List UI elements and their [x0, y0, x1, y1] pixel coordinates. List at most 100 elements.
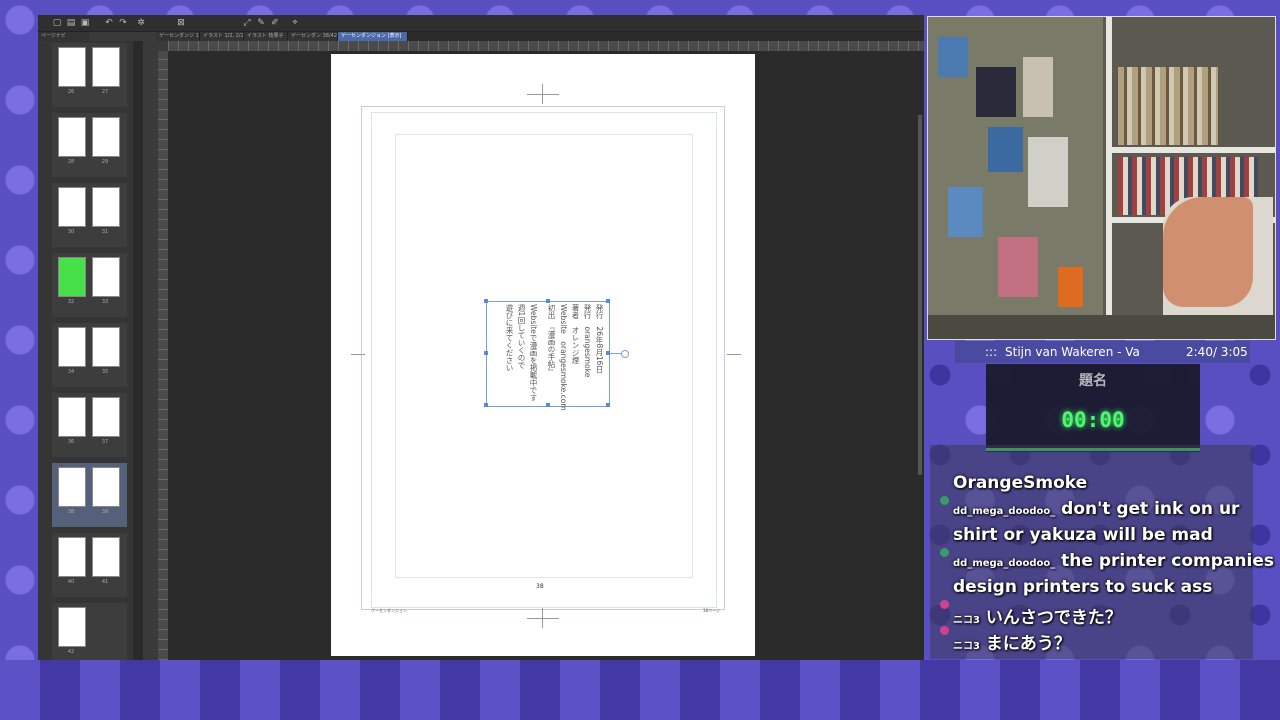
page-thumbnail[interactable] [92, 47, 120, 87]
redo-icon[interactable]: ↷ [118, 18, 128, 28]
poster [1023, 57, 1053, 117]
arm [1163, 197, 1253, 307]
transform-icon[interactable]: ⤢ [242, 18, 252, 28]
page-number: 26 [67, 89, 75, 95]
colophon-line: Website orangesmoke.com [559, 304, 568, 411]
page-number: 36 [67, 439, 75, 445]
stream-overlay-border [0, 660, 1280, 720]
open-icon[interactable]: ▤ [66, 18, 76, 28]
resize-handle[interactable] [606, 299, 610, 303]
page-number: 37 [101, 439, 109, 445]
tab-document-4[interactable]: ゲーセンダン 38/42 [288, 32, 338, 41]
tab-document-3[interactable]: イラスト 枝果子 [244, 32, 288, 41]
crop-mark [351, 354, 365, 355]
settings-icon[interactable]: ✲ [136, 18, 146, 28]
page-navigator-tab[interactable]: ページナビ [38, 32, 89, 41]
resize-handle[interactable] [546, 403, 550, 407]
crop-mark [542, 608, 543, 628]
crop-mark [527, 618, 559, 619]
document-tabs: ゲーセンダンジ 1/42 イラスト 1/2, 2/2 イラスト 枝果子 ゲーセン… [156, 32, 924, 41]
page-number: 31 [101, 229, 109, 235]
page-number: 32 [67, 299, 75, 305]
user-badge-icon [940, 496, 949, 505]
page-thumbnail[interactable] [58, 117, 86, 157]
eyedropper-icon[interactable]: ⌖ [290, 18, 300, 28]
track-time: 2:40/ 3:05 [1186, 345, 1248, 359]
page-number: 38 [67, 509, 75, 515]
chat-text: いんさつできた？ [985, 608, 1122, 628]
horizontal-ruler [168, 41, 924, 51]
chat-text: OrangeSmoke [953, 473, 1088, 493]
music-prefix: ::: [985, 345, 998, 359]
page-spread-38-39-selected[interactable]: 38 39 [52, 463, 127, 527]
page-number: 41 [101, 579, 109, 585]
page-thumbnail[interactable] [58, 327, 86, 367]
page-spread-34-35[interactable]: 34 35 [52, 323, 127, 387]
now-playing-bar: ::: Stijn van Wakeren - Va 2:40/ 3:05 [955, 341, 1250, 363]
page-thumbnail[interactable] [58, 467, 86, 507]
new-file-icon[interactable]: ▢ [52, 18, 62, 28]
chat-text: the printer companies [1061, 551, 1274, 571]
page-spread-36-37[interactable]: 36 37 [52, 393, 127, 457]
resize-handle[interactable] [484, 299, 488, 303]
page-thumbnail[interactable] [92, 327, 120, 367]
chat-username: ニコ3 [953, 641, 980, 652]
page-thumbnail[interactable] [92, 537, 120, 577]
resize-handle[interactable] [484, 403, 488, 407]
shelf-post [1106, 17, 1112, 339]
page-spread-32-33[interactable]: 32 33 [52, 253, 127, 317]
chat-message: OrangeSmoke [953, 473, 1087, 493]
scrollbar-thumb[interactable] [918, 115, 922, 475]
chat-message: dd_mega_doodoo_ the printer companies [953, 551, 1274, 571]
desk [928, 315, 1275, 339]
page-thumbnail[interactable] [58, 397, 86, 437]
page-thumbnail[interactable] [92, 187, 120, 227]
thumbnail-scrollbar[interactable] [133, 41, 143, 660]
undo-icon[interactable]: ↶ [104, 18, 114, 28]
page-thumbnail[interactable] [92, 467, 120, 507]
shelf-board [1106, 147, 1275, 153]
colophon-line: 週1回していくので [517, 304, 526, 369]
page-thumbnail[interactable] [58, 47, 86, 87]
page-number: 40 [67, 579, 75, 585]
page-thumbnail[interactable] [58, 537, 86, 577]
page-spread-40-41[interactable]: 40 41 [52, 533, 127, 597]
rotate-handle[interactable] [621, 350, 629, 358]
page-number: 30 [67, 229, 75, 235]
page-spread-26-27[interactable]: 26 27 [52, 43, 127, 107]
page-thumbnail[interactable] [92, 117, 120, 157]
page-spread-42[interactable]: 42 [52, 603, 127, 660]
webcam-feed [927, 16, 1276, 340]
poster [948, 187, 983, 237]
page-thumbnail[interactable] [92, 397, 120, 437]
page-thumbnail[interactable] [58, 607, 86, 647]
page-spread-30-31[interactable]: 30 31 [52, 183, 127, 247]
clear-icon[interactable]: ⊠ [176, 18, 186, 28]
resize-handle[interactable] [484, 351, 488, 355]
poster [976, 67, 1016, 117]
page-thumbnail[interactable] [92, 257, 120, 297]
footer-left: ゲーセンダンジョン [371, 608, 407, 613]
crop-mark [542, 84, 543, 104]
books [1118, 67, 1218, 145]
user-badge-icon [940, 626, 949, 635]
chat-text: shirt or yakuza will be mad [953, 525, 1213, 545]
page-spread-28-29[interactable]: 28 29 [52, 113, 127, 177]
user-badge-icon [940, 600, 949, 609]
page-thumbnail-panel: 26 27 28 29 30 31 32 33 34 35 36 37 38 3… [38, 41, 133, 660]
page-thumbnail[interactable] [58, 187, 86, 227]
resize-handle[interactable] [546, 299, 550, 303]
save-icon[interactable]: ▣ [80, 18, 90, 28]
pen-icon[interactable]: ✎ [256, 18, 266, 28]
chat-message: ニコ3 いんさつできた？ [953, 603, 1122, 628]
tab-document-1[interactable]: ゲーセンダンジ 1/42 [156, 32, 200, 41]
tab-document-active[interactable]: ゲーセンダンジョン [表示] [338, 32, 408, 41]
chat-username: dd_mega_doodoo_ [953, 506, 1056, 517]
crop-mark [527, 94, 559, 95]
resize-handle[interactable] [606, 403, 610, 407]
page-thumbnail[interactable] [58, 257, 86, 297]
poster [1028, 137, 1068, 207]
edit-icon[interactable]: ✐ [270, 18, 280, 28]
tab-document-2[interactable]: イラスト 1/2, 2/2 [200, 32, 244, 41]
colophon-line: 発行 orangesmoke [583, 304, 592, 378]
